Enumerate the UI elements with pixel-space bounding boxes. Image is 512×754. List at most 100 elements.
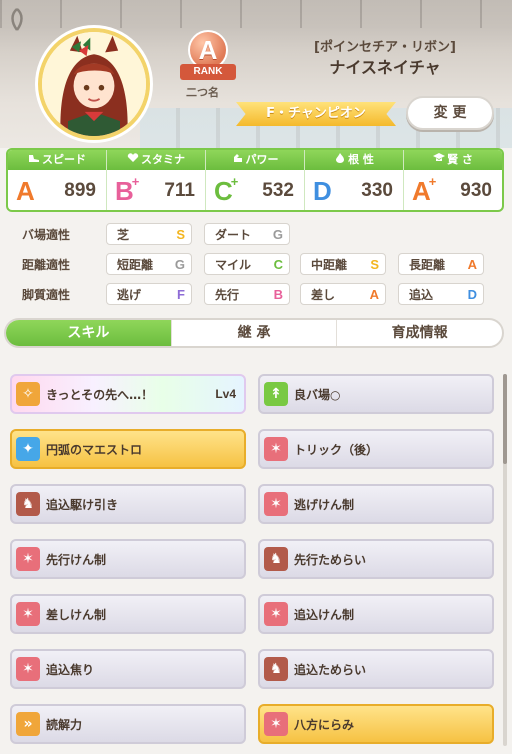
stat-value: 711 [164,180,195,201]
aptitude-row-distance: 距離適性 [22,252,106,276]
rank-ribbon: RANK [180,64,236,80]
character-name: ナイスネイチャ [329,58,441,77]
skill-item[interactable]: ✶ 先行けん制 [10,539,246,579]
aptitude-label: 距離適性 [22,257,71,272]
aptitude-mile: マイル C [204,253,290,275]
demon-icon: ♞ [264,547,288,571]
muscle-icon [232,150,244,170]
debuff-icon: ✶ [264,492,288,516]
skill-item[interactable]: ✦ 円弧のマエストロ [10,429,246,469]
skill-name: 追込ためらい [294,662,367,677]
skill-name: 追込焦り [46,662,95,677]
demon-icon: ♞ [16,492,40,516]
tab-skills[interactable]: スキル [6,320,172,346]
debuff-icon: ✶ [16,657,40,681]
skill-item[interactable]: ✶ 逃げけん制 [258,484,494,524]
character-portrait-art [42,32,146,136]
stat-header: スピード [8,150,106,170]
turf-icon: ↟ [264,382,288,406]
skill-item[interactable]: ✶ トリック（後） [258,429,494,469]
skill-name: 円弧のマエストロ [46,442,143,457]
back-icon[interactable] [6,6,28,34]
change-button[interactable]: 変 更 [406,96,494,130]
stat-grade: A+ [412,174,437,206]
stat-speed: スピード A 899 [8,150,107,210]
stats-panel: スピード A 899 スタミナ B+ 711 パワー C+ 532 根 性 D … [6,148,504,212]
tab-training-info[interactable]: 育成情報 [337,320,502,346]
aptitude-chaser: 追込 D [398,283,484,305]
debuff-icon: ✶ [264,712,288,736]
shoe-icon [28,150,40,170]
stat-header: 賢 さ [404,150,502,170]
stat-guts: 根 性 D 330 [305,150,404,210]
skill-item[interactable]: ♞ 先行ためらい [258,539,494,579]
stat-label: スピード [42,153,86,166]
sparkle-icon: ✧ [16,382,40,406]
stat-grade: C+ [214,174,239,206]
nickname-label: 二つ名 [186,86,219,99]
stat-header: パワー [206,150,304,170]
skill-item[interactable]: ✶ 追込焦り [10,649,246,689]
skill-item[interactable]: ✶ 差しけん制 [10,594,246,634]
stat-label: パワー [245,153,279,166]
skill-item[interactable]: » 読解力 [10,704,246,744]
skill-name: 逃げけん制 [294,497,355,512]
debuff-icon: ✶ [16,602,40,626]
skill-item[interactable]: ✧ きっとその先へ…！ Lv4 [10,374,246,414]
debuff-icon: ✶ [264,602,288,626]
aptitude-label: 脚質適性 [22,287,71,302]
stat-label: 根 性 [348,153,374,166]
skill-name: 先行けん制 [46,552,107,567]
skill-level: Lv4 [215,387,236,401]
skill-name: きっとその先へ…！ [46,387,154,402]
aptitude-medium: 中距離 S [300,253,386,275]
scrollbar-thumb[interactable] [503,374,507,464]
skill-name: 読解力 [46,717,83,732]
stat-value: 330 [361,180,393,201]
skill-item[interactable]: ✶ 八方にらみ [258,704,494,744]
flame-icon [334,150,346,170]
tab-inheritance[interactable]: 継 承 [172,320,338,346]
skill-name: 差しけん制 [46,607,107,622]
aptitude-dirt: ダート G [204,223,290,245]
character-epithet: [ポインセチア・リボン] [314,40,456,55]
title-ribbon: F・チャンピオン [236,102,396,126]
stat-label: スタミナ [141,153,185,166]
rank-badge: A RANK [180,30,236,90]
skill-name: トリック（後） [294,442,379,457]
stat-value: 899 [64,180,96,201]
character-portrait[interactable] [38,28,150,140]
aptitude-row-track: バ場適性 [22,222,106,246]
skill-item[interactable]: ♞ 追込駆け引き [10,484,246,524]
aptitude-runner: 逃げ F [106,283,192,305]
skill-name: 八方にらみ [294,717,355,732]
skill-name: 追込駆け引き [46,497,119,512]
aptitude-leader: 先行 B [204,283,290,305]
debuff-icon: ✶ [16,547,40,571]
stat-power: パワー C+ 532 [206,150,305,210]
skill-item[interactable]: ✶ 追込けん制 [258,594,494,634]
skill-item[interactable]: ↟ 良バ場○ [258,374,494,414]
aptitude-turf: 芝 S [106,223,192,245]
curve-icon: ✦ [16,437,40,461]
stat-value: 532 [262,180,294,201]
mortarboard-icon [433,150,446,170]
aptitude-row-style: 脚質適性 [22,282,106,306]
stat-wisdom: 賢 さ A+ 930 [404,150,502,210]
aptitude-sprint: 短距離 G [106,253,192,275]
ceiling-decoration [0,0,512,28]
tab-bar: スキル 継 承 育成情報 [4,318,504,348]
aptitude-betweener: 差し A [300,283,386,305]
skill-item[interactable]: ♞ 追込ためらい [258,649,494,689]
stat-grade: D [313,176,332,206]
stat-grade: B+ [115,174,140,206]
skill-name: 追込けん制 [294,607,355,622]
skill-list-scrollbar[interactable] [503,374,507,746]
aptitude-long: 長距離 A [398,253,484,275]
stat-value: 930 [460,180,492,201]
stat-header: スタミナ [107,150,205,170]
heart-icon [127,150,139,170]
debuff-icon: ✶ [264,437,288,461]
stat-grade: A [16,176,35,206]
stat-stamina: スタミナ B+ 711 [107,150,206,210]
